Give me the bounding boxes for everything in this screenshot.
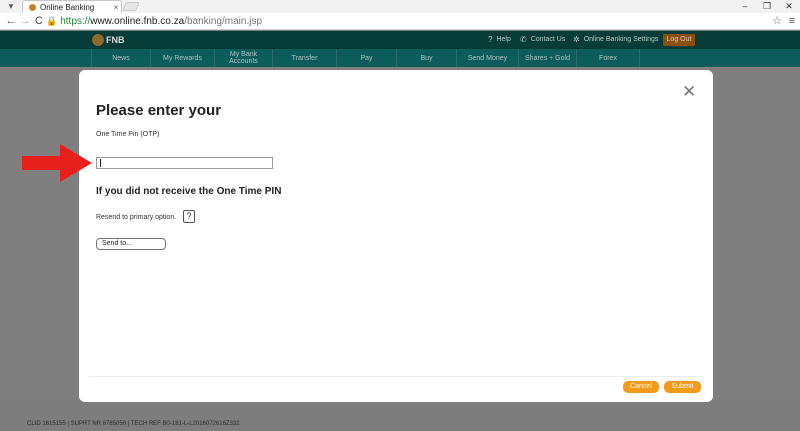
brand-name: FNB bbox=[106, 35, 125, 45]
nav-item-my-rewards[interactable]: My Rewards bbox=[150, 49, 214, 67]
cancel-button[interactable]: Cancel bbox=[623, 381, 659, 393]
help-link[interactable]: ? Help bbox=[488, 35, 511, 44]
nav-item-my-bank-accounts[interactable]: My Bank Accounts bbox=[214, 49, 272, 67]
logout-button[interactable]: Log Out bbox=[663, 34, 695, 46]
tab-close-icon[interactable]: × bbox=[111, 3, 121, 12]
tab-title: Online Banking bbox=[40, 2, 95, 12]
restore-icon[interactable]: ❐ bbox=[756, 0, 778, 13]
fnb-favicon-icon bbox=[29, 3, 36, 11]
submit-button[interactable]: Submit bbox=[664, 381, 701, 393]
fnb-logo[interactable]: FNB bbox=[92, 34, 125, 46]
lock-icon: 🔒 bbox=[46, 15, 58, 26]
dialog-title: Please enter your bbox=[96, 102, 222, 119]
nav-item-forex[interactable]: Forex bbox=[576, 49, 640, 67]
send-to-button[interactable]: Send to... bbox=[96, 238, 166, 250]
forward-icon[interactable]: → bbox=[18, 14, 32, 28]
bookmark-star-icon[interactable]: ☆ bbox=[771, 14, 783, 28]
nav-item-pay[interactable]: Pay bbox=[336, 49, 396, 67]
url-path: /banking/main.jsp bbox=[184, 15, 263, 27]
help-icon: ? bbox=[488, 35, 493, 44]
nav-item-news[interactable]: News bbox=[91, 49, 150, 67]
not-received-heading: If you did not receive the One Time PIN bbox=[96, 186, 282, 197]
settings-label: Online Banking Settings bbox=[583, 36, 659, 43]
red-arrow-icon bbox=[22, 144, 92, 182]
new-tab-button[interactable] bbox=[122, 2, 140, 11]
resend-label: Resend to primary option. bbox=[96, 214, 177, 221]
contact-us-link[interactable]: ✆ Contact Us bbox=[520, 35, 565, 44]
phone-icon: ✆ bbox=[520, 35, 527, 44]
contact-us-label: Contact Us bbox=[530, 36, 566, 43]
close-icon[interactable]: ✕ bbox=[682, 83, 696, 100]
tab-menu-icon[interactable]: ▾ bbox=[4, 1, 18, 12]
settings-icon: ✲ bbox=[573, 35, 580, 44]
reload-icon[interactable]: C bbox=[32, 14, 46, 28]
nav-item-send-money[interactable]: Send Money bbox=[456, 49, 518, 67]
settings-link[interactable]: ✲ Online Banking Settings bbox=[573, 35, 658, 44]
dialog-divider bbox=[89, 376, 703, 377]
nav-item-buy[interactable]: Buy bbox=[396, 49, 456, 67]
fnb-emblem-icon bbox=[92, 34, 104, 46]
url-host: www.online.fnb.co.za bbox=[90, 15, 185, 27]
browser-menu-icon[interactable]: ≡ bbox=[786, 14, 798, 28]
browser-tab[interactable]: Online Banking × bbox=[22, 0, 122, 13]
back-icon[interactable]: ← bbox=[4, 14, 18, 28]
footer-reference: CLID 1615155 | SUPRT NR 8785050 | TECH R… bbox=[27, 421, 240, 427]
site-nav: News My Rewards My Bank Accounts Transfe… bbox=[0, 49, 800, 67]
site-header: FNB ? Help ✆ Contact Us ✲ Online Banking… bbox=[0, 31, 800, 49]
help-link-label: Help bbox=[496, 36, 511, 43]
nav-item-transfer[interactable]: Transfer bbox=[272, 49, 336, 67]
nav-item-shares-gold[interactable]: Shares + Gold bbox=[518, 49, 576, 67]
browser-toolbar: ← → C 🔒 https:// www.online.fnb.co.za /b… bbox=[0, 13, 800, 30]
url-bar[interactable]: 🔒 https:// www.online.fnb.co.za /banking… bbox=[46, 14, 766, 28]
resend-help-button[interactable]: ? bbox=[183, 210, 195, 223]
otp-dialog bbox=[79, 70, 713, 402]
otp-input[interactable] bbox=[96, 157, 273, 169]
browser-tabstrip: ▾ Online Banking × – ❐ ✕ bbox=[0, 0, 800, 13]
url-scheme: https:// bbox=[60, 15, 91, 27]
minimize-icon[interactable]: – bbox=[734, 0, 756, 13]
otp-label: One Time Pin (OTP) bbox=[96, 131, 160, 138]
text-cursor bbox=[100, 159, 101, 167]
window-close-icon[interactable]: ✕ bbox=[778, 0, 800, 13]
